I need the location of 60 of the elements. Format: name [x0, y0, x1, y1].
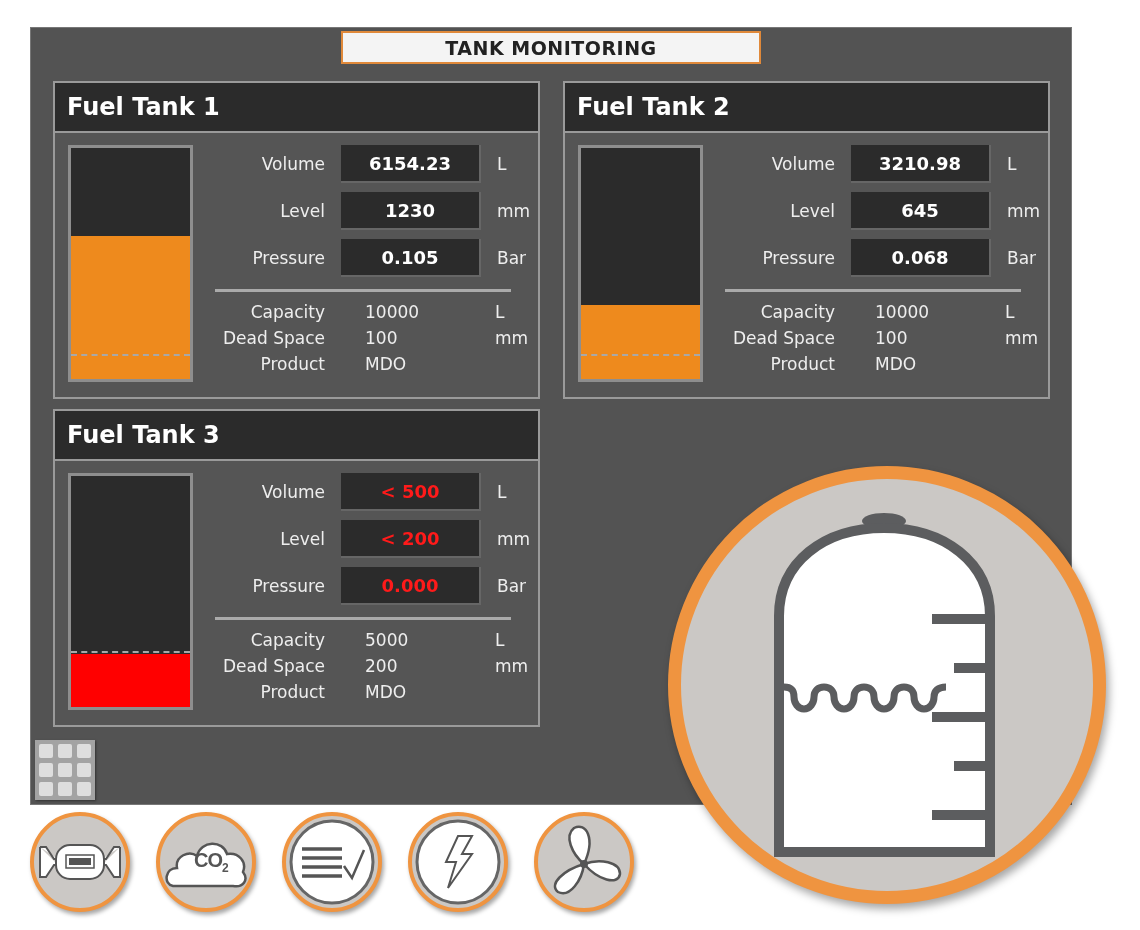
nav-button[interactable]: CO$_{2}$	[156, 812, 256, 912]
reading-label: Level	[279, 529, 325, 549]
page-title: TANK MONITORING	[341, 31, 761, 64]
reading-label: Level	[789, 201, 835, 221]
reading-label: Pressure	[761, 248, 835, 268]
spec-label: Product	[259, 682, 325, 702]
spec-label: Capacity	[249, 302, 325, 322]
spec-value: 10000	[875, 302, 931, 322]
spec-value: 200	[365, 656, 399, 676]
spec-label: Dead Space	[222, 656, 325, 676]
reading-label: Pressure	[251, 576, 325, 596]
spec-value: 5000	[365, 630, 410, 650]
lightning-icon	[414, 818, 502, 906]
unit-label: mm	[497, 201, 532, 221]
reading-value: 1230	[341, 192, 481, 230]
reading-label: Volume	[260, 482, 325, 502]
unit-label: L	[495, 630, 506, 650]
spec-value: MDO	[365, 682, 408, 702]
unit-label: Bar	[497, 576, 528, 596]
reading-value: < 200	[341, 520, 481, 558]
spec-label: Capacity	[759, 302, 835, 322]
reading-label: Level	[279, 201, 325, 221]
reading-label: Volume	[770, 154, 835, 174]
flowmeter-icon	[38, 841, 122, 883]
reading-value: 645	[851, 192, 991, 230]
spec-label: Dead Space	[732, 328, 835, 348]
spec-label: Product	[259, 354, 325, 374]
unit-label: Bar	[497, 248, 528, 268]
reading-label: Pressure	[251, 248, 325, 268]
spec-label: Dead Space	[222, 328, 325, 348]
tank-title: Fuel Tank 2	[577, 93, 730, 121]
reading-value: 3210.98	[851, 145, 991, 183]
unit-label: mm	[1007, 201, 1042, 221]
unit-label: L	[1007, 154, 1018, 174]
spec-value: MDO	[365, 354, 408, 374]
checklist-icon	[288, 818, 376, 906]
co2-label: CO$_{2}$	[194, 849, 228, 875]
unit-label: L	[497, 154, 508, 174]
spec-value: MDO	[875, 354, 918, 374]
unit-label: mm	[497, 529, 532, 549]
reading-label: Volume	[260, 154, 325, 174]
unit-label: mm	[495, 328, 530, 348]
reading-value: 0.000	[341, 567, 481, 605]
reading-value: 6154.23	[341, 145, 481, 183]
spec-label: Capacity	[249, 630, 325, 650]
unit-label: L	[1005, 302, 1016, 322]
unit-label: L	[495, 302, 506, 322]
unit-label: mm	[495, 656, 530, 676]
spec-label: Product	[769, 354, 835, 374]
unit-label: Bar	[1007, 248, 1038, 268]
spec-value: 100	[875, 328, 909, 348]
spec-value: 10000	[365, 302, 421, 322]
reading-value: < 500	[341, 473, 481, 511]
unit-label: mm	[1005, 328, 1040, 348]
tank-title: Fuel Tank 3	[67, 421, 220, 449]
reading-value: 0.068	[851, 239, 991, 277]
tank-title: Fuel Tank 1	[67, 93, 220, 121]
spec-value: 100	[365, 328, 399, 348]
reading-value: 0.105	[341, 239, 481, 277]
unit-label: L	[497, 482, 508, 502]
